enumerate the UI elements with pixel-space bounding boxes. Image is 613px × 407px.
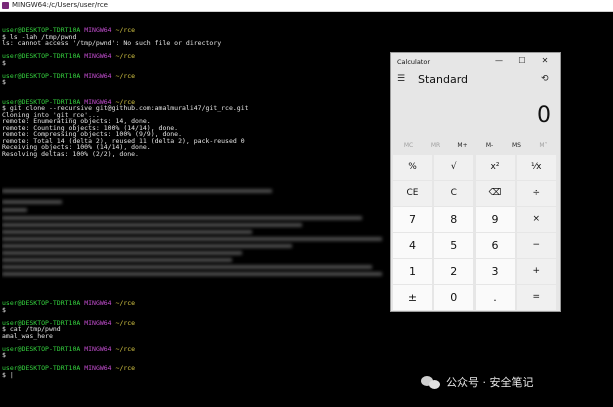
hamburger-menu-icon[interactable]: ☰ — [397, 74, 405, 84]
key-button[interactable]: CE — [393, 181, 432, 206]
prompt-shell: MINGW64 — [84, 299, 112, 307]
close-icon[interactable]: ✕ — [538, 55, 552, 67]
key-button[interactable]: ± — [393, 285, 432, 310]
key-button[interactable]: 7 — [393, 207, 432, 232]
memory-button[interactable]: M˅ — [530, 142, 557, 149]
prompt-shell: MINGW64 — [84, 364, 112, 372]
key-button[interactable]: 1 — [393, 259, 432, 284]
terminal-titlebar[interactable]: MINGW64:/c/Users/user/rce — [0, 0, 613, 12]
key-button[interactable]: x² — [475, 155, 515, 180]
prompt-user: user@DESKTOP-TDRT10A — [2, 344, 81, 353]
memory-button[interactable]: MR — [422, 142, 449, 149]
key-button[interactable]: − — [516, 233, 556, 258]
key-button[interactable]: + — [516, 259, 556, 284]
memory-button[interactable]: M+ — [449, 142, 476, 149]
prompt-dir: ~/rce — [115, 299, 136, 307]
watermark-text: 公众号 · 安全笔记 — [446, 376, 534, 389]
prompt-shell: MINGW64 — [84, 26, 112, 34]
terminal-lines-bottom: user@DESKTOP-TDRT10A MINGW64 ~/rce $ user@… — [2, 300, 610, 378]
key-button[interactable]: ⌫ — [475, 181, 515, 206]
terminal-title: MINGW64:/c/Users/user/rce — [12, 1, 108, 9]
prompt-dir: ~/rce — [115, 344, 136, 353]
prompt-shell: MINGW64 — [84, 71, 112, 80]
key-button[interactable]: 6 — [475, 233, 515, 258]
key-button[interactable]: 9 — [475, 207, 515, 232]
prompt-shell: MINGW64 — [84, 52, 112, 60]
prompt-dir: ~/rce — [115, 26, 136, 34]
key-button[interactable]: ÷ — [516, 181, 556, 206]
prompt-dir: ~/rce — [115, 52, 136, 60]
key-button[interactable]: 3 — [475, 259, 515, 284]
prompt-user: user@DESKTOP-TDRT10A — [2, 52, 81, 60]
calculator-mode: Standard — [418, 73, 469, 86]
calculator-window[interactable]: Calculator — ☐ ✕ ☰ Standard ⟲ 0 MC MR M+ M-… — [391, 53, 560, 311]
history-icon[interactable]: ⟲ — [541, 74, 549, 84]
memory-button[interactable]: MS — [503, 142, 530, 149]
key-button[interactable]: . — [475, 285, 515, 310]
key-button[interactable]: × — [516, 207, 556, 232]
key-button[interactable]: C — [434, 181, 474, 206]
key-button[interactable]: = — [516, 285, 556, 310]
key-button[interactable]: 0 — [434, 285, 474, 310]
prompt-dir: ~/rce — [115, 71, 136, 80]
prompt-dir: ~/rce — [115, 318, 136, 327]
key-button[interactable]: 2 — [434, 259, 474, 284]
wechat-icon — [421, 374, 441, 390]
key-button[interactable]: ⅟x — [516, 155, 556, 180]
prompt-shell: MINGW64 — [84, 344, 112, 353]
memory-button[interactable]: M- — [476, 142, 503, 149]
minimize-icon[interactable]: — — [492, 55, 506, 67]
key-button[interactable]: % — [393, 155, 432, 180]
calculator-title: Calculator — [397, 58, 431, 66]
key-button[interactable]: 5 — [434, 233, 474, 258]
memory-button[interactable]: MC — [395, 142, 422, 149]
mingw-icon — [2, 2, 9, 9]
prompt-shell: MINGW64 — [84, 318, 112, 327]
prompt-user: user@DESKTOP-TDRT10A — [2, 71, 81, 80]
maximize-icon[interactable]: ☐ — [515, 55, 529, 67]
watermark: 公众号 · 安全笔记 — [421, 373, 534, 391]
key-button[interactable]: 8 — [434, 207, 474, 232]
key-button[interactable]: √ — [434, 155, 474, 180]
prompt-user: user@DESKTOP-TDRT10A — [2, 299, 81, 307]
calculator-display: 0 — [537, 103, 551, 128]
key-button[interactable]: 4 — [393, 233, 432, 258]
prompt-dir: ~/rce — [115, 364, 136, 372]
